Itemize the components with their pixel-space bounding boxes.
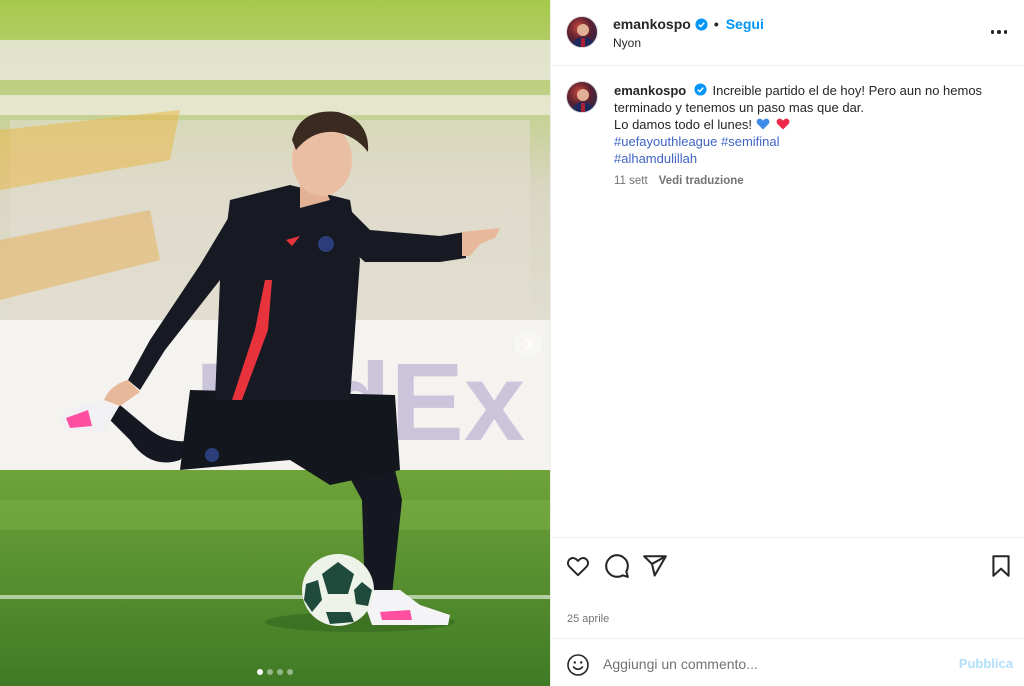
verified-badge-icon xyxy=(695,17,708,31)
comment-box: Pubblica xyxy=(551,638,1024,686)
instagram-post: FedEx xyxy=(0,0,1024,686)
share-icon[interactable] xyxy=(642,553,668,579)
comment-icon[interactable] xyxy=(604,553,630,579)
follow-button[interactable]: Segui xyxy=(726,16,764,32)
post-photo: FedEx xyxy=(0,0,550,686)
caption-meta: 11 sett Vedi traduzione xyxy=(614,175,744,187)
hashtag-link[interactable]: #alhamdulillah xyxy=(614,150,1009,167)
post-media[interactable]: FedEx xyxy=(0,0,550,686)
emoji-icon[interactable] xyxy=(566,653,590,677)
caption-text: emankospo Increible partido el de hoy! P… xyxy=(614,82,1009,167)
post-author: emankospo • Segui xyxy=(613,16,764,32)
action-bar xyxy=(551,537,1024,597)
red-heart-icon xyxy=(776,118,790,130)
caption-line-2: Lo damos todo el lunes! xyxy=(614,117,753,132)
post-details-panel: emankospo • Segui Nyon emankospo Increib… xyxy=(550,0,1024,686)
comment-input[interactable] xyxy=(603,651,943,677)
post-header: emankospo • Segui Nyon xyxy=(551,0,1024,66)
hashtag-link[interactable]: #uefayouthleague xyxy=(614,134,717,149)
more-horizontal-icon xyxy=(990,30,995,34)
more-options-button[interactable] xyxy=(987,22,1011,42)
avatar-image xyxy=(571,24,595,47)
translate-button[interactable]: Vedi traduzione xyxy=(659,175,744,187)
publish-button[interactable]: Pubblica xyxy=(959,656,1013,671)
bookmark-icon[interactable] xyxy=(988,553,1014,579)
avatar-image xyxy=(571,89,595,112)
caption-time[interactable]: 11 sett xyxy=(614,175,648,187)
more-dot xyxy=(1003,30,1008,34)
caption-username[interactable]: emankospo xyxy=(614,83,686,98)
chevron-right-icon xyxy=(525,338,533,350)
carousel-next-button[interactable] xyxy=(515,331,541,357)
blue-heart-icon xyxy=(756,118,770,130)
location-link[interactable]: Nyon xyxy=(613,36,641,50)
heart-icon[interactable] xyxy=(565,553,591,579)
post-date[interactable]: 25 aprile xyxy=(567,613,609,625)
avatar[interactable] xyxy=(566,81,598,113)
avatar[interactable] xyxy=(566,16,598,48)
carousel-indicator xyxy=(257,669,293,675)
carousel-dot xyxy=(267,669,273,675)
verified-badge-icon xyxy=(694,83,707,96)
more-dot xyxy=(997,30,1001,34)
separator-dot: • xyxy=(713,16,719,32)
carousel-dot xyxy=(257,669,263,675)
hashtag-list: #uefayouthleague #semifinal #alhamdulill… xyxy=(614,133,1009,167)
username-link[interactable]: emankospo xyxy=(613,16,691,32)
hashtag-link[interactable]: #semifinal xyxy=(721,134,780,149)
carousel-dot xyxy=(287,669,293,675)
carousel-dot xyxy=(277,669,283,675)
